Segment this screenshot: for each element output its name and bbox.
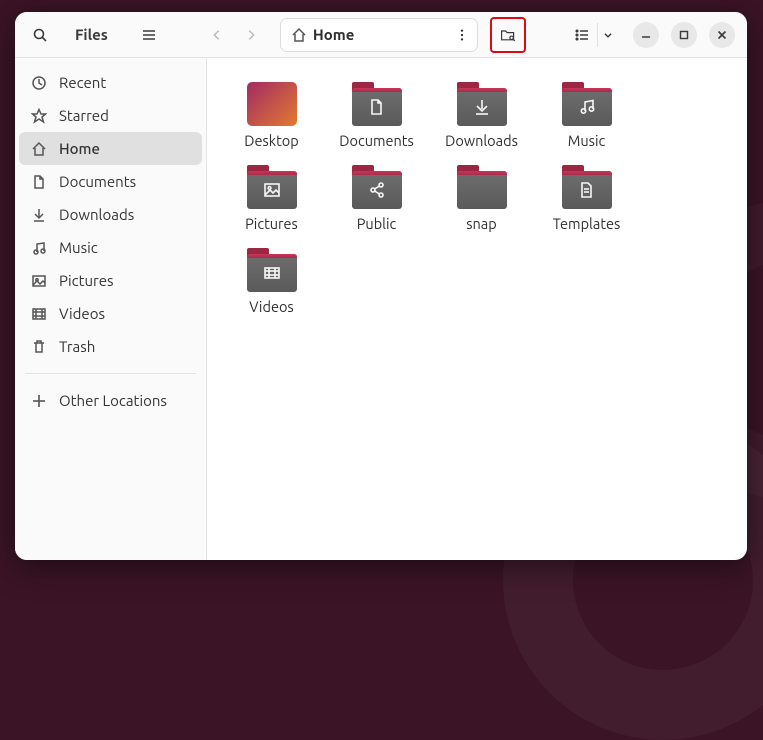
folder-search-button[interactable] — [494, 21, 522, 49]
folder-label: Videos — [249, 298, 293, 315]
sidebar-item-home[interactable]: Home — [19, 132, 202, 165]
folder-downloads[interactable]: Downloads — [429, 78, 534, 161]
hamburger-menu-button[interactable] — [132, 18, 166, 52]
maximize-button[interactable] — [671, 22, 697, 48]
list-view-icon — [574, 27, 590, 43]
share-icon — [367, 180, 387, 200]
sidebar-item-label: Starred — [59, 107, 109, 124]
path-menu-button[interactable] — [447, 19, 477, 51]
sidebar-item-label: Music — [59, 239, 98, 256]
sidebar-item-label: Downloads — [59, 206, 134, 223]
sidebar-item-other-locations[interactable]: Other Locations — [19, 384, 202, 417]
folder-templates[interactable]: Templates — [534, 161, 639, 244]
document-icon — [31, 174, 47, 190]
sidebar-item-label: Videos — [59, 305, 105, 322]
chevron-right-icon — [244, 28, 258, 42]
maximize-icon — [678, 29, 690, 41]
list-view-button[interactable] — [567, 18, 597, 52]
template-icon — [577, 180, 597, 200]
folder-label: Pictures — [245, 215, 298, 232]
sidebar-item-documents[interactable]: Documents — [19, 165, 202, 198]
highlighted-control — [490, 17, 526, 53]
sidebar-item-videos[interactable]: Videos — [19, 297, 202, 330]
download-icon — [31, 207, 47, 223]
document-icon — [367, 97, 387, 117]
kebab-icon — [455, 28, 469, 42]
folder-icon — [247, 248, 297, 292]
sidebar-item-label: Pictures — [59, 272, 114, 289]
nav-arrows — [200, 18, 268, 52]
chevron-down-icon — [603, 30, 613, 40]
clock-icon — [31, 75, 47, 91]
file-manager-window: Files Home — [15, 12, 747, 560]
close-icon — [716, 29, 728, 41]
folder-icon — [352, 165, 402, 209]
back-button[interactable] — [200, 18, 234, 52]
folder-videos[interactable]: Videos — [219, 244, 324, 327]
music-icon — [577, 97, 597, 117]
sidebar-item-label: Other Locations — [59, 392, 167, 409]
folder-icon — [352, 82, 402, 126]
search-button[interactable] — [23, 18, 57, 52]
star-icon — [31, 108, 47, 124]
chevron-left-icon — [210, 28, 224, 42]
sidebar-item-recent[interactable]: Recent — [19, 66, 202, 99]
folder-icon — [457, 82, 507, 126]
folder-label: Documents — [339, 132, 414, 149]
folder-icon — [562, 82, 612, 126]
minimize-button[interactable] — [633, 22, 659, 48]
folder-desktop[interactable]: Desktop — [219, 78, 324, 161]
app-title: Files — [63, 26, 126, 43]
sidebar-item-starred[interactable]: Starred — [19, 99, 202, 132]
home-icon — [291, 27, 307, 43]
home-icon — [31, 141, 47, 157]
sidebar-item-label: Recent — [59, 74, 106, 91]
folder-snap[interactable]: snap — [429, 161, 534, 244]
music-icon — [31, 240, 47, 256]
folder-search-icon — [500, 26, 516, 44]
sidebar-separator — [25, 373, 196, 374]
desktop-wallpaper-icon — [247, 82, 297, 126]
download-icon — [472, 97, 492, 117]
picture-icon — [31, 273, 47, 289]
folder-icon — [562, 165, 612, 209]
hamburger-icon — [141, 27, 157, 43]
folder-icon — [457, 165, 507, 209]
folder-public[interactable]: Public — [324, 161, 429, 244]
close-button[interactable] — [709, 22, 735, 48]
folder-label: Templates — [553, 215, 621, 232]
minimize-icon — [640, 29, 652, 41]
folder-icon — [247, 165, 297, 209]
folder-label: Desktop — [244, 132, 298, 149]
plus-icon — [31, 393, 47, 409]
folder-pictures[interactable]: Pictures — [219, 161, 324, 244]
sidebar-item-music[interactable]: Music — [19, 231, 202, 264]
titlebar: Files Home — [15, 12, 747, 58]
path-segment-home[interactable]: Home — [281, 19, 364, 51]
pathbar[interactable]: Home — [280, 18, 478, 52]
folder-label: Public — [357, 215, 397, 232]
view-options-dropdown[interactable] — [597, 23, 617, 47]
sidebar-item-trash[interactable]: Trash — [19, 330, 202, 363]
folder-label: Downloads — [445, 132, 518, 149]
sidebar-item-pictures[interactable]: Pictures — [19, 264, 202, 297]
picture-icon — [262, 180, 282, 200]
video-icon — [31, 306, 47, 322]
sidebar: Recent Starred Home Documents Downloads Music… — [15, 58, 207, 560]
folder-label: Music — [568, 132, 605, 149]
sidebar-item-downloads[interactable]: Downloads — [19, 198, 202, 231]
video-icon — [262, 263, 282, 283]
sidebar-item-label: Home — [59, 140, 100, 157]
folder-music[interactable]: Music — [534, 78, 639, 161]
search-icon — [32, 27, 48, 43]
trash-icon — [31, 339, 47, 355]
forward-button[interactable] — [234, 18, 268, 52]
sidebar-item-label: Documents — [59, 173, 136, 190]
sidebar-item-label: Trash — [59, 338, 95, 355]
path-label: Home — [313, 26, 354, 43]
folder-documents[interactable]: Documents — [324, 78, 429, 161]
view-mode-controls — [567, 18, 617, 52]
folder-view[interactable]: Desktop Documents Downloads Music Pictur… — [207, 58, 747, 560]
folder-label: snap — [466, 215, 497, 232]
